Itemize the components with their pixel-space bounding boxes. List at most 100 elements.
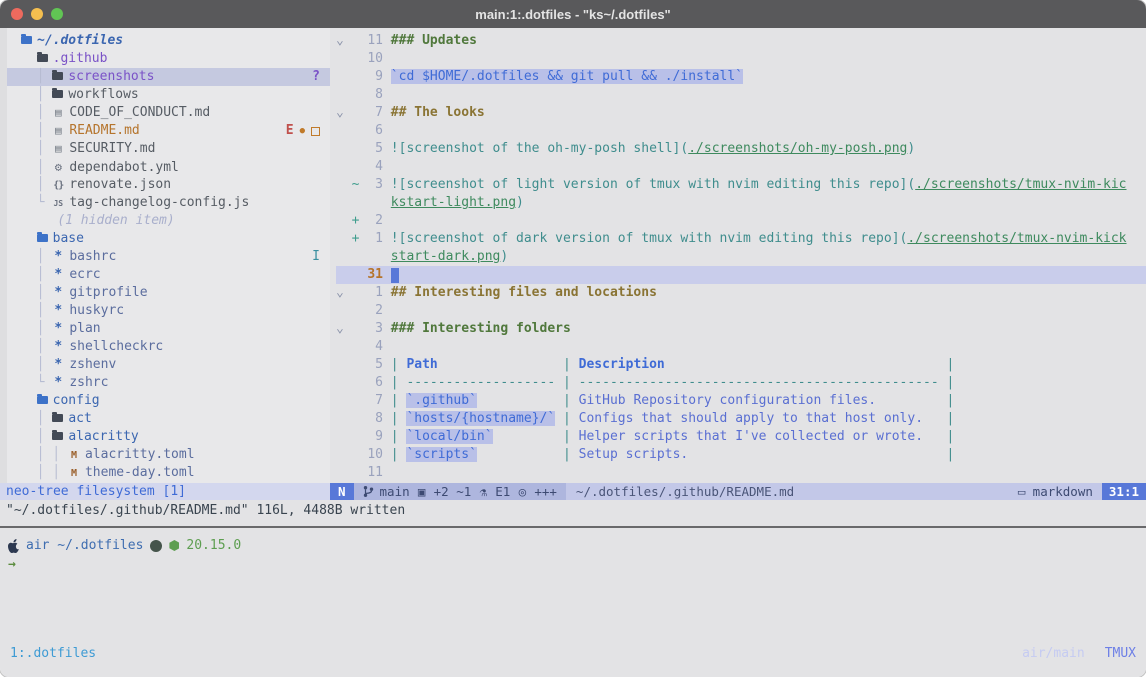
fold-column: [336, 465, 352, 480]
indent-guide: [21, 213, 52, 228]
terminal-content: ~/.dotfiles .github │ screenshots? │ wor…: [0, 28, 1146, 677]
tree-item-readme-md[interactable]: │ ▤README.mdE●: [7, 122, 330, 140]
cursor-position: 31:1: [1102, 483, 1146, 500]
tree-item-act[interactable]: │ act: [7, 410, 330, 428]
tree-item-github[interactable]: .github: [7, 50, 330, 68]
shell-pane[interactable]: air ~/.dotfiles 20.15.0 →: [8, 536, 241, 574]
fold-column: [336, 267, 352, 282]
sign-column: [352, 249, 368, 264]
buffer-line[interactable]: start-dark.png): [336, 248, 1146, 266]
tree-item-1-hidden-item[interactable]: (1 hidden item): [7, 212, 330, 230]
tree-item-screenshots[interactable]: │ screenshots?: [7, 68, 330, 86]
tree-item-workflows[interactable]: │ workflows: [7, 86, 330, 104]
indent-guide: │: [21, 267, 52, 282]
fold-column: ⌄: [336, 33, 352, 48]
minimize-button[interactable]: [31, 8, 43, 20]
tree-item-alacritty[interactable]: │ alacritty: [7, 428, 330, 446]
tree-item-alacritty-toml[interactable]: │ │ Malacritty.toml: [7, 446, 330, 464]
close-button[interactable]: [11, 8, 23, 20]
buffer-line[interactable]: 31: [336, 266, 1146, 284]
tree-item-dependabot-yml[interactable]: │ ⚙dependabot.yml: [7, 158, 330, 176]
buffer-line[interactable]: 2: [336, 302, 1146, 320]
tree-item-ecrc[interactable]: │ *ecrc: [7, 266, 330, 284]
tree-item-label: workflows: [68, 87, 138, 102]
tmux-window-name[interactable]: 1:.dotfiles: [10, 646, 96, 677]
buffer-line[interactable]: 7 | `.github` | GitHub Repository config…: [336, 392, 1146, 410]
buffer-line[interactable]: ⌄ 3 ### Interesting folders: [336, 320, 1146, 338]
sign-column: [352, 267, 368, 282]
buffer-line[interactable]: 4: [336, 158, 1146, 176]
buffer-line[interactable]: 8: [336, 86, 1146, 104]
tree-item-shellcheckrc[interactable]: │ *shellcheckrc: [7, 338, 330, 356]
buffer-line[interactable]: ⌄ 7 ## The looks: [336, 104, 1146, 122]
tree-item-theme-day-toml[interactable]: │ │ Mtheme-day.toml: [7, 464, 330, 482]
tree-item-tag-changelog-config-js[interactable]: └ JStag-changelog-config.js: [7, 194, 330, 212]
tmux-statusbar: 1:.dotfiles air/main TMUX: [0, 641, 1146, 677]
line-number: 31: [367, 267, 390, 282]
tree-item-renovate-json[interactable]: │ {}renovate.json: [7, 176, 330, 194]
syntax-punct: ): [907, 141, 915, 156]
tree-item-label: zshrc: [69, 375, 108, 390]
buffer-line[interactable]: ~ 3 ![screenshot of light version of tmu…: [336, 176, 1146, 194]
indent-guide: [21, 393, 37, 408]
syntax-punct: |: [391, 447, 407, 462]
buffer-line[interactable]: 4: [336, 338, 1146, 356]
tree-item-dotfiles[interactable]: ~/.dotfiles: [7, 32, 330, 50]
fold-column: ⌄: [336, 105, 352, 120]
tree-item-label: (1 hidden item): [57, 213, 174, 228]
prompt-arrow: →: [8, 555, 241, 574]
tree-item-base[interactable]: base: [7, 230, 330, 248]
editor-buffer[interactable]: ⌄ 11 ### Updates 10 9 `cd $HOME/.dotfile…: [330, 28, 1146, 483]
neotree-panel[interactable]: ~/.dotfiles .github │ screenshots? │ wor…: [0, 28, 330, 483]
buffer-line[interactable]: ⌄ 11 ### Updates: [336, 32, 1146, 50]
tree-item-config[interactable]: config: [7, 392, 330, 410]
buffer-line[interactable]: kstart-light.png): [336, 194, 1146, 212]
tree-item-code-of-conduct-md[interactable]: │ ▤CODE_OF_CONDUCT.md: [7, 104, 330, 122]
tree-item-gitprofile[interactable]: │ *gitprofile: [7, 284, 330, 302]
tree-item-label: bashrc: [69, 249, 116, 264]
tmux-pane-divider[interactable]: [0, 526, 1146, 528]
buffer-line[interactable]: + 1 ![screenshot of dark version of tmux…: [336, 230, 1146, 248]
tree-item-zshenv[interactable]: │ *zshenv: [7, 356, 330, 374]
syntax-code: `cd $HOME/.dotfiles && git pull && ./ins…: [391, 69, 743, 84]
buffer-line[interactable]: 10 | `scripts` | Setup scripts. |: [336, 446, 1146, 464]
buffer-line[interactable]: 5 | Path | Description |: [336, 356, 1146, 374]
line-number: 4: [367, 159, 390, 174]
tree-item-security-md[interactable]: │ ▤SECURITY.md: [7, 140, 330, 158]
buffer-line[interactable]: 9 | `local/bin` | Helper scripts that I'…: [336, 428, 1146, 446]
buffer-line[interactable]: 11: [336, 464, 1146, 482]
syntax-punct: |: [947, 393, 955, 408]
tree-item-label: .github: [53, 51, 108, 66]
buffer-line[interactable]: 9 `cd $HOME/.dotfiles && git pull && ./i…: [336, 68, 1146, 86]
sign-column: +: [352, 231, 368, 246]
node-icon: [169, 540, 179, 551]
star-icon: *: [52, 374, 64, 392]
buffer-line[interactable]: 10: [336, 50, 1146, 68]
fold-column: [336, 357, 352, 372]
sign-column: [352, 339, 368, 354]
syntax-link: kstart-light.png: [391, 195, 516, 210]
sign-column: [352, 51, 368, 66]
buffer-line[interactable]: 8 | `hosts/{hostname}/` | Configs that s…: [336, 410, 1146, 428]
buffer-line[interactable]: + 2: [336, 212, 1146, 230]
md-icon: ▤: [52, 122, 64, 140]
buffer-line[interactable]: 6: [336, 122, 1146, 140]
folder-icon: [52, 414, 63, 422]
indent-guide: │: [21, 249, 52, 264]
sign-column: [352, 159, 368, 174]
node-version: 20.15.0: [186, 538, 241, 553]
syntax-sp: [688, 447, 946, 462]
tree-item-label: theme-day.toml: [85, 465, 195, 480]
tree-item-bashrc[interactable]: │ *bashrcI: [7, 248, 330, 266]
zoom-button[interactable]: [51, 8, 63, 20]
sign-column: [352, 411, 368, 426]
sign-column: [352, 87, 368, 102]
syntax-sp: [493, 429, 563, 444]
buffer-line[interactable]: 5 ![screenshot of the oh-my-posh shell](…: [336, 140, 1146, 158]
tree-item-zshrc[interactable]: └ *zshrc: [7, 374, 330, 392]
star-icon: *: [52, 338, 64, 356]
tree-item-plan[interactable]: │ *plan: [7, 320, 330, 338]
buffer-line[interactable]: ⌄ 1 ## Interesting files and locations: [336, 284, 1146, 302]
buffer-line[interactable]: 6 | ------------------- | --------------…: [336, 374, 1146, 392]
tree-item-huskyrc[interactable]: │ *huskyrc: [7, 302, 330, 320]
